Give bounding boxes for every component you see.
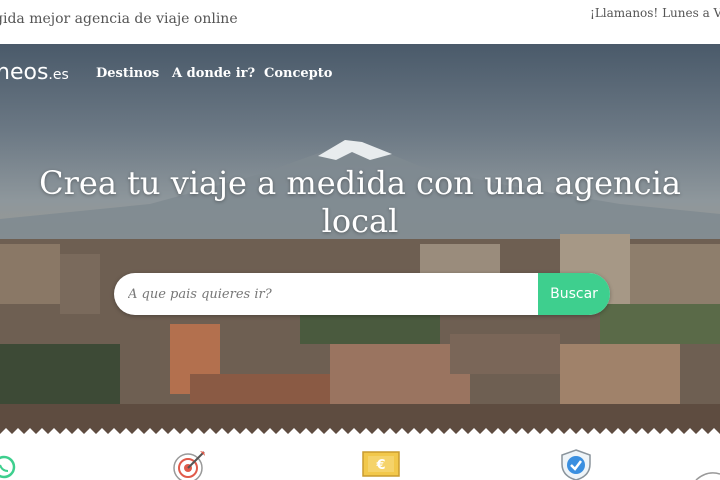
search-bar: Buscar xyxy=(114,273,610,315)
logo-suffix: .es xyxy=(48,67,69,83)
nav-concepto[interactable]: Concepto xyxy=(264,66,332,81)
logo-text: neos xyxy=(0,60,49,85)
hero-headline-line1: Crea tu viaje a medida con una agencia xyxy=(39,164,681,202)
target-icon xyxy=(173,451,205,480)
partial-icon xyxy=(695,472,720,480)
top-bar: gida mejor agencia de viaje online ¡Llam… xyxy=(0,0,720,44)
city-skyline xyxy=(0,234,720,436)
zigzag-divider xyxy=(0,428,720,440)
hero-headline-line2: local xyxy=(321,202,399,240)
svg-text:€: € xyxy=(375,458,385,473)
shield-check-icon xyxy=(561,449,591,480)
tagline: gida mejor agencia de viaje online xyxy=(0,11,238,27)
hero-headline: Crea tu viaje a medida con una agencia l… xyxy=(0,164,720,240)
features-strip: € xyxy=(0,440,720,480)
nav-destinos[interactable]: Destinos xyxy=(96,66,159,81)
euro-money-icon: € xyxy=(362,451,400,477)
nav-a-donde-ir[interactable]: A donde ir? xyxy=(172,66,255,81)
search-button[interactable]: Buscar xyxy=(538,273,610,315)
site-logo[interactable]: neos.es xyxy=(0,60,69,85)
search-input[interactable] xyxy=(114,273,548,315)
phone-link[interactable]: ¡Llamanos! Lunes a Vie xyxy=(590,6,720,20)
whatsapp-icon xyxy=(0,455,16,479)
hero-banner: neos.es Destinos A donde ir? Concepto Cr… xyxy=(0,44,720,436)
